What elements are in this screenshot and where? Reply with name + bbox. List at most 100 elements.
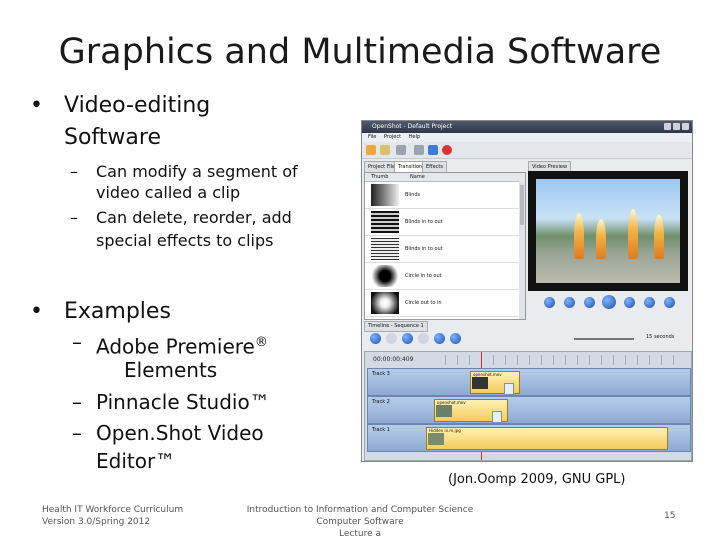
window-titlebar: OpenShot - Default Project (362, 121, 692, 133)
transition-name: Blinds in to out (405, 219, 443, 225)
step-forward-icon (624, 297, 635, 308)
undo-icon (414, 145, 424, 155)
preview-frame-image (536, 179, 680, 283)
fountain-flame (628, 209, 638, 259)
track-1: Track 1 Hidden in.m.jpg (367, 424, 691, 452)
footer-course: Introduction to Information and Computer… (246, 505, 474, 515)
header-thumb: Thumb (371, 174, 389, 180)
timeline-toolbar: 15 seconds (364, 331, 690, 347)
dash-marker: – (72, 390, 82, 414)
clip-thumbnail (436, 405, 452, 417)
fountain-flame (596, 219, 606, 259)
bullet-examples: Examples (64, 299, 171, 324)
menu-help: Help (408, 134, 421, 140)
playback-controls (528, 295, 688, 311)
select-tool-icon (386, 333, 397, 344)
dash-marker: – (72, 330, 82, 354)
rewind-start-icon (544, 297, 555, 308)
list-item: Circle in to out (365, 263, 523, 290)
marker-icon (450, 333, 461, 344)
minimize-icon (664, 123, 671, 130)
image-caption: (Jon.Oomp 2009, GNU GPL) (448, 472, 626, 487)
example-openshot-line2: Editor™ (96, 449, 176, 473)
example-adobe-line2: Elements (124, 358, 218, 382)
zoom-slider (574, 338, 634, 340)
fast-forward-icon (644, 297, 655, 308)
list-item: Blinds (365, 182, 523, 209)
footer-curriculum: Health IT Workforce Curriculum (42, 505, 184, 515)
footer-topic: Computer Software (316, 517, 404, 527)
panel-tabs: Project Files Transitions Effects (362, 161, 522, 173)
transition-thumb (371, 292, 399, 314)
clip-thumbnail (472, 377, 488, 389)
open-icon (380, 145, 390, 155)
openshot-screenshot: OpenShot - Default Project File Project … (361, 120, 693, 462)
transition-name: Blinds in to out (405, 246, 443, 252)
scroll-thumb (520, 185, 524, 225)
clip-name: openshot.mov (473, 372, 502, 377)
menu-file: File (368, 134, 377, 140)
timecode: 00:00:00:409 (373, 356, 414, 363)
step-back-icon (584, 297, 595, 308)
bullet-video-editing-cont: Software (64, 125, 161, 150)
sub-modify-line2: video called a clip (96, 183, 241, 202)
list-item: Circle out to in (365, 290, 523, 317)
transition-name: Blinds (405, 192, 421, 198)
header-name: Name (410, 174, 425, 180)
list-item: Blinds in to out (365, 236, 523, 263)
clip-arrow-icon (492, 411, 502, 423)
example-openshot-line1: Open.Shot Video (96, 421, 264, 445)
clip-name: Hidden in.m.jpg (429, 428, 461, 433)
new-icon (366, 145, 376, 155)
video-preview (528, 171, 688, 291)
slide-title: Graphics and Multimedia Software (58, 32, 662, 72)
bullet-marker: • (30, 299, 43, 324)
bullet-video-editing: Video-editing (64, 93, 211, 118)
footer-version: Version 3.0/Spring 2012 (42, 517, 151, 527)
track-3: Track 3 openshot.mov (367, 368, 691, 396)
record-icon (442, 145, 452, 155)
footer-center: Introduction to Information and Computer… (225, 504, 495, 540)
play-icon (602, 295, 616, 309)
track-label: Track 2 (372, 399, 390, 405)
add-track-icon (370, 333, 381, 344)
arrow-tool-icon (418, 333, 429, 344)
menu-project: Project (383, 134, 402, 140)
save-icon (396, 145, 406, 155)
transition-thumb (371, 184, 399, 206)
dash-marker: – (72, 421, 82, 445)
close-icon (682, 123, 689, 130)
window-title: OpenShot - Default Project (372, 123, 452, 130)
maximize-icon (673, 123, 680, 130)
list-scrollbar (519, 181, 525, 319)
snap-icon (434, 333, 445, 344)
sub-delete-line2: special effects to clips (96, 231, 274, 250)
clip-name: openshot.mov (437, 400, 466, 405)
transition-name: Circle in to out (405, 273, 442, 279)
list-header: Thumb Name (365, 173, 525, 182)
transition-name: Circle out to in (405, 300, 442, 306)
dash-marker: – (70, 208, 78, 227)
transition-thumb (371, 265, 399, 287)
zoom-label: 15 seconds (646, 334, 675, 340)
transition-thumb (371, 211, 399, 233)
list-item: Blinds in to out (365, 209, 523, 236)
clip-thumbnail (428, 433, 444, 445)
registered-mark: ® (254, 335, 268, 350)
menubar: File Project Help (362, 133, 692, 142)
dash-marker: – (70, 162, 78, 181)
track-2: Track 2 openshot.mov (367, 396, 691, 424)
forward-end-icon (664, 297, 675, 308)
clip: Hidden in.m.jpg (426, 427, 668, 450)
page-number: 15 (664, 511, 676, 521)
fountain-flame (654, 215, 664, 259)
track-label: Track 3 (372, 371, 390, 377)
footer-lecture: Lecture a (339, 529, 381, 539)
bullet-marker: • (30, 93, 43, 118)
clip-arrow-icon (504, 383, 514, 395)
fountain-flame (574, 213, 584, 259)
razor-tool-icon (402, 333, 413, 344)
sub-delete-line1: Can delete, reorder, add (96, 208, 292, 227)
transition-thumb (371, 238, 399, 260)
transitions-list: Thumb Name Blinds Blinds in to out Blind… (364, 172, 526, 320)
